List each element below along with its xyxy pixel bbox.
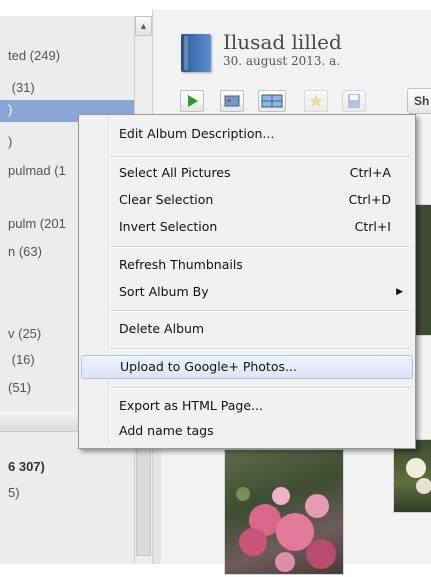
menu-item-label: Edit Album Description... [119,126,275,141]
album-date: 30. august 2013. a. [223,54,341,68]
menu-item-refresh-thumbnails[interactable]: Refresh Thumbnails [81,253,413,277]
album-list-item[interactable]: ted (249) [0,46,134,66]
play-slideshow-button[interactable] [180,90,204,112]
submenu-arrow-icon: ▶ [396,287,403,297]
album-book-icon [181,34,211,72]
flower-photo [406,458,431,494]
menu-item-select-all-pictures[interactable]: Select All Pictures Ctrl+A [81,161,413,185]
menu-item-label: Delete Album [119,321,205,336]
album-context-menu: Edit Album Description... Select All Pic… [78,114,416,449]
menu-item-shortcut: Ctrl+I [354,219,391,234]
menu-separator [111,310,411,312]
menu-item-shortcut: Ctrl+D [348,192,391,207]
folder-list-item[interactable]: 5) [0,483,134,503]
photo-thumbnail[interactable] [225,450,343,574]
play-icon [188,95,198,107]
menu-item-invert-selection[interactable]: Invert Selection Ctrl+I [81,215,413,239]
folder-list-item[interactable]: 6 307) [0,457,134,477]
menu-item-label: Export as HTML Page... [119,398,263,413]
menu-separator [111,348,411,350]
album-list-item[interactable]: (31) [0,78,134,98]
save-icon [348,94,360,108]
menu-item-export-as-html-page[interactable]: Export as HTML Page... [81,394,413,418]
menu-item-label: Upload to Google+ Photos... [120,359,297,374]
album-title[interactable]: Ilusad lilled [223,30,342,54]
photo-thumbnail[interactable] [394,440,431,512]
menu-item-clear-selection[interactable]: Clear Selection Ctrl+D [81,188,413,212]
save-button[interactable] [342,90,366,112]
menu-item-label: Select All Pictures [119,165,231,180]
flower-photo [236,487,336,572]
scroll-up-arrow-icon[interactable]: ▲ [135,16,152,36]
slideshow-icon [224,95,240,107]
scrollbar-thumb[interactable] [136,436,151,556]
menu-item-label: Add name tags [119,423,214,438]
menu-item-label: Refresh Thumbnails [119,257,243,272]
menu-item-delete-album[interactable]: Delete Album [81,317,413,341]
menu-item-sort-album-by[interactable]: Sort Album By ▶ [81,280,413,304]
menu-item-shortcut: Ctrl+A [349,165,391,180]
collage-button[interactable] [258,90,286,112]
menu-separator [111,246,411,248]
menu-item-add-name-tags[interactable]: Add name tags [81,419,413,443]
photo-thumbnail[interactable] [415,205,431,335]
star-icon [309,94,323,107]
menu-item-label: Clear Selection [119,192,214,207]
menu-item-edit-album-description[interactable]: Edit Album Description... [81,122,413,146]
menu-separator [111,156,411,158]
menu-item-label: Sort Album By [119,284,209,299]
collage-icon [261,94,283,108]
menu-item-upload-to-google-photos[interactable]: Upload to Google+ Photos... [81,355,413,379]
menu-separator [111,387,411,389]
menu-item-label: Invert Selection [119,219,218,234]
slideshow-button[interactable] [220,90,244,112]
star-button[interactable] [304,90,328,112]
share-button[interactable]: Sh [407,88,431,114]
